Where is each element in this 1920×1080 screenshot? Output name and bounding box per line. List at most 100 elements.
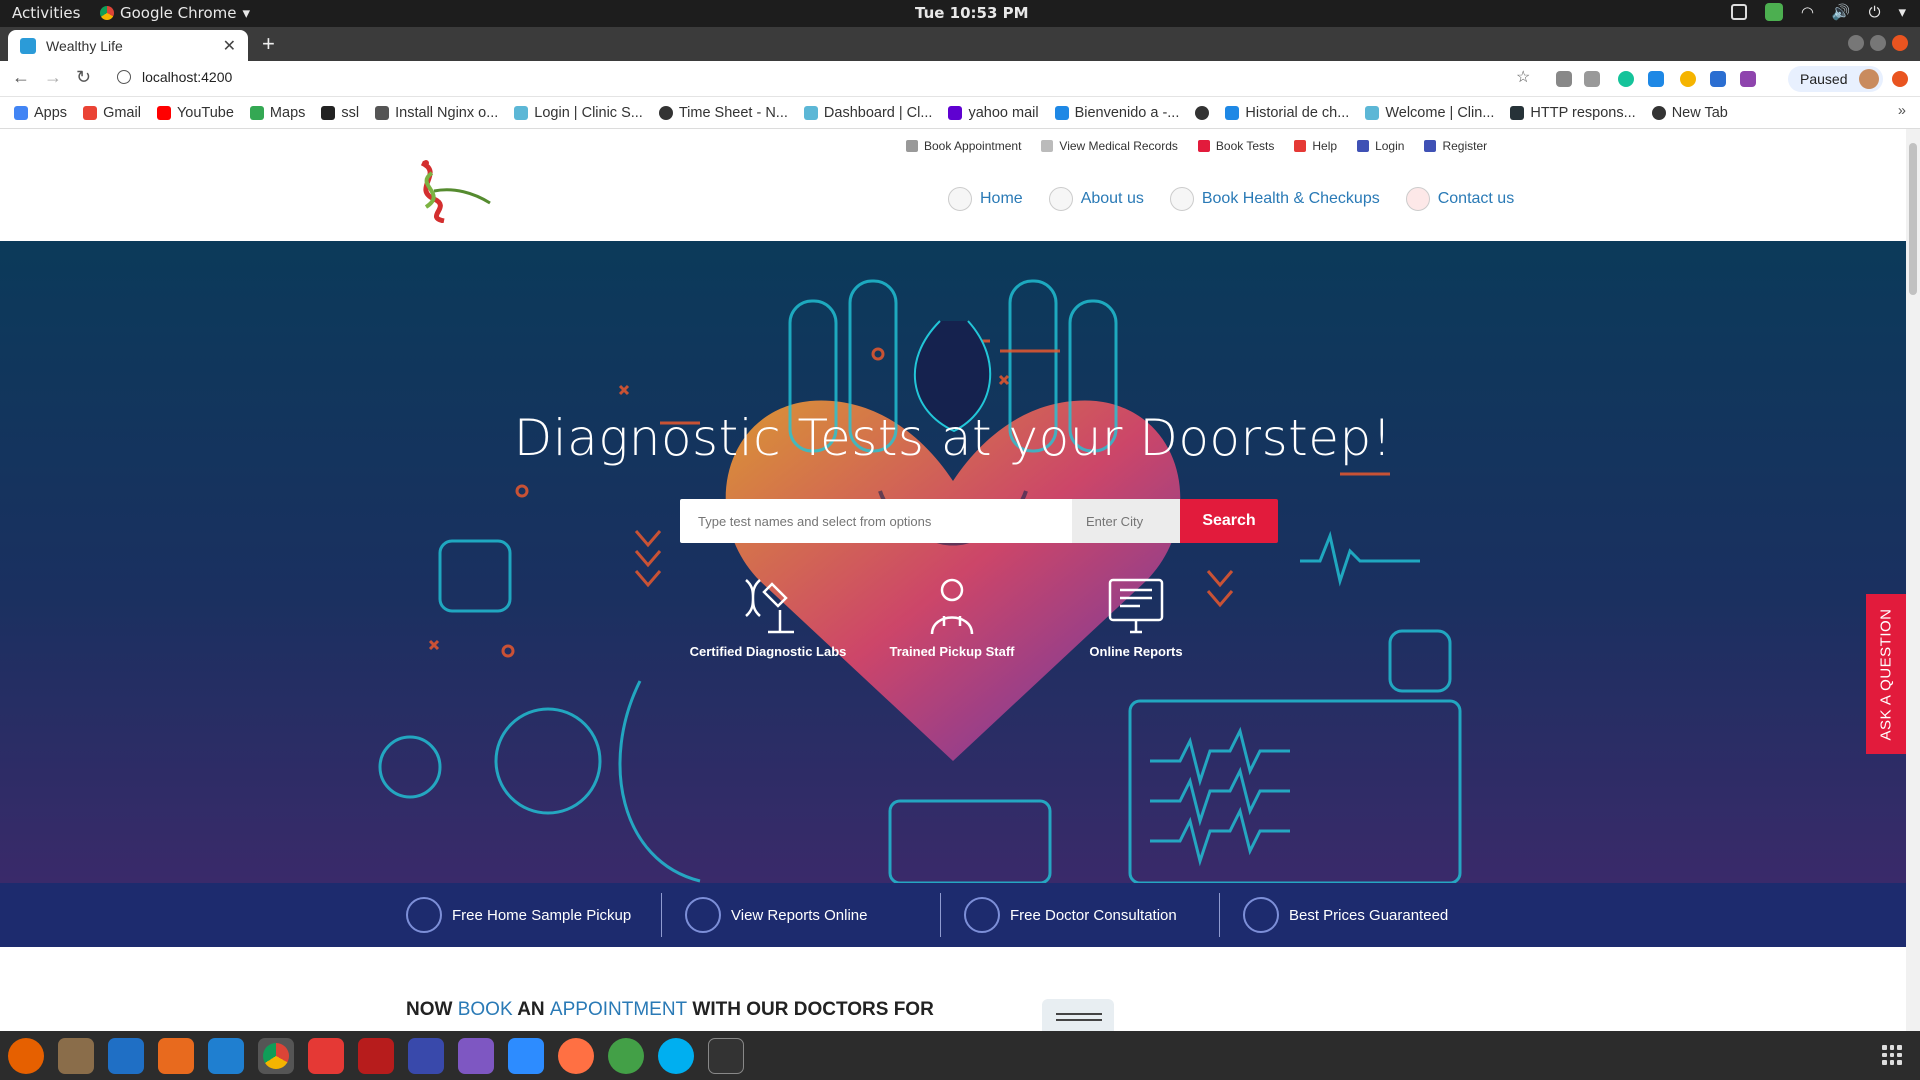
postman-icon[interactable]: [558, 1037, 594, 1074]
feature-trained-staff: Trained Pickup Staff: [862, 576, 1042, 659]
link-login[interactable]: Login: [1357, 139, 1404, 153]
close-tab-icon[interactable]: ✕: [223, 36, 236, 56]
back-icon[interactable]: ←: [12, 67, 30, 88]
url-field[interactable]: localhost:4200: [142, 69, 232, 85]
notes-icon[interactable]: [1730, 4, 1747, 20]
bookmark-label: Maps: [269, 104, 306, 121]
profile-button[interactable]: Paused: [1788, 66, 1884, 92]
extension-icon[interactable]: [1680, 71, 1696, 87]
extension-icon[interactable]: [1740, 71, 1756, 87]
bookmark-nginx[interactable]: Install Nginx o...: [375, 105, 498, 121]
feature-label: Certified Diagnostic Labs: [689, 644, 847, 659]
yahoo-icon: [948, 105, 963, 120]
camera-icon[interactable]: [1584, 71, 1600, 87]
firefox-icon[interactable]: [8, 1037, 44, 1074]
benefits-band: Free Home Sample Pickup View Reports Onl…: [0, 883, 1906, 947]
extension-icon[interactable]: [1648, 71, 1664, 87]
filezilla-icon[interactable]: [358, 1037, 394, 1074]
link-help[interactable]: Help: [1294, 139, 1337, 153]
test-tube-icon: [1197, 140, 1210, 152]
ask-question-tab[interactable]: ASK A QUESTION: [1866, 594, 1906, 754]
anydesk-icon[interactable]: [308, 1037, 344, 1074]
bookmark-newtab[interactable]: New Tab: [1651, 105, 1728, 121]
bookmark-welcome[interactable]: Welcome | Clin...: [1365, 105, 1494, 121]
show-applications-icon[interactable]: [1882, 1045, 1902, 1065]
zoom-icon[interactable]: [508, 1037, 544, 1074]
chrome-icon[interactable]: [258, 1037, 294, 1074]
vscode-icon[interactable]: [208, 1037, 244, 1074]
writer-icon[interactable]: [108, 1037, 144, 1074]
benefit-best-prices: Best Prices Guaranteed: [1243, 897, 1448, 933]
search-button[interactable]: Search: [1180, 499, 1278, 543]
more-bookmarks-icon[interactable]: »: [1898, 103, 1906, 119]
link-register[interactable]: Register: [1424, 139, 1487, 153]
update-icon[interactable]: [1764, 3, 1783, 21]
nav-book-health-checkups[interactable]: Book Health & Checkups: [1169, 187, 1380, 211]
price-tag-icon: [1243, 897, 1279, 933]
bookmark-clinic-login[interactable]: Login | Clinic S...: [514, 105, 643, 121]
feature-label: Online Reports: [1089, 644, 1183, 659]
bookmark-http[interactable]: HTTP respons...: [1510, 105, 1636, 121]
scrollbar-thumb[interactable]: [1909, 143, 1917, 295]
benefit-view-reports: View Reports Online: [685, 897, 867, 933]
bookmark-historial[interactable]: Historial de ch...: [1225, 105, 1349, 121]
site-icon: [1054, 105, 1069, 120]
power-icon[interactable]: ⏻: [1869, 3, 1881, 21]
site-info-icon[interactable]: [117, 70, 131, 84]
link-view-medical-records[interactable]: View Medical Records: [1041, 139, 1178, 153]
files-icon[interactable]: [58, 1037, 94, 1074]
bookmark-ssl[interactable]: ssl: [321, 105, 359, 121]
bookmark-dashboard[interactable]: Dashboard | Cl...: [803, 104, 933, 121]
bookmark-star-icon[interactable]: ☆: [1516, 67, 1530, 87]
close-window-button[interactable]: [1892, 35, 1908, 51]
forward-icon[interactable]: →: [44, 67, 62, 88]
nav-contact-us[interactable]: Contact us: [1405, 187, 1514, 211]
reload-icon[interactable]: ↻: [76, 67, 91, 88]
network-icon[interactable]: [408, 1037, 444, 1074]
bookmark-label: Dashboard | Cl...: [823, 104, 933, 121]
activities-button[interactable]: Activities: [12, 4, 80, 22]
bookmark-yahoo[interactable]: yahoo mail: [948, 105, 1039, 121]
link-book-appointment[interactable]: Book Appointment: [906, 139, 1021, 153]
bookmark-gmail[interactable]: Gmail: [83, 105, 141, 121]
bookmark-globe[interactable]: [1195, 105, 1210, 120]
gitkraken-icon[interactable]: [608, 1037, 644, 1074]
site-logo[interactable]: [404, 159, 494, 223]
grammarly-icon[interactable]: [1618, 71, 1634, 87]
nav-about-us[interactable]: About us: [1048, 187, 1144, 211]
skype-icon[interactable]: [658, 1037, 694, 1074]
link-book-tests[interactable]: Book Tests: [1197, 139, 1274, 153]
bookmark-apps[interactable]: Apps: [14, 105, 67, 121]
software-center-icon[interactable]: [158, 1037, 194, 1074]
feature-certified-labs: Certified Diagnostic Labs: [678, 576, 858, 659]
chevron-down-icon[interactable]: ▾: [1898, 3, 1906, 21]
terminal-icon[interactable]: [708, 1037, 744, 1074]
test-search-input[interactable]: [680, 499, 1072, 543]
appointment-icon: [906, 140, 918, 152]
extension-icon[interactable]: [1556, 71, 1572, 87]
extension-icon[interactable]: [1710, 71, 1726, 87]
maximize-button[interactable]: [1870, 35, 1886, 51]
bookmark-youtube[interactable]: YouTube: [156, 105, 234, 121]
app-icon[interactable]: [458, 1037, 494, 1074]
ask-question-label: ASK A QUESTION: [1877, 607, 1895, 741]
page-scrollbar[interactable]: [1906, 129, 1920, 1031]
nav-label: About us: [1080, 190, 1144, 207]
system-tray[interactable]: ◠ 🔊 ⏻ ▾: [1730, 3, 1906, 21]
browser-tab[interactable]: Wealthy Life ✕: [8, 30, 248, 61]
wifi-icon[interactable]: ◠: [1801, 3, 1814, 21]
bookmark-maps[interactable]: Maps: [249, 104, 306, 121]
globe-icon: [1651, 105, 1666, 120]
minimize-button[interactable]: [1848, 35, 1864, 51]
bookmark-timesheet[interactable]: Time Sheet - N...: [658, 105, 788, 121]
app-menu[interactable]: Google Chrome ▾: [100, 4, 250, 22]
new-tab-button[interactable]: +: [262, 31, 275, 57]
menu-icon[interactable]: [1892, 71, 1908, 87]
bookmark-bienvenido[interactable]: Bienvenido a -...: [1054, 105, 1179, 121]
city-input[interactable]: [1072, 499, 1180, 543]
volume-icon[interactable]: 🔊: [1832, 3, 1851, 21]
ssl-icon: [321, 105, 336, 120]
hamburger-menu-button[interactable]: [1042, 999, 1114, 1031]
clock[interactable]: Tue 10:53 PM: [915, 4, 1029, 22]
nav-home[interactable]: Home: [948, 187, 1023, 211]
